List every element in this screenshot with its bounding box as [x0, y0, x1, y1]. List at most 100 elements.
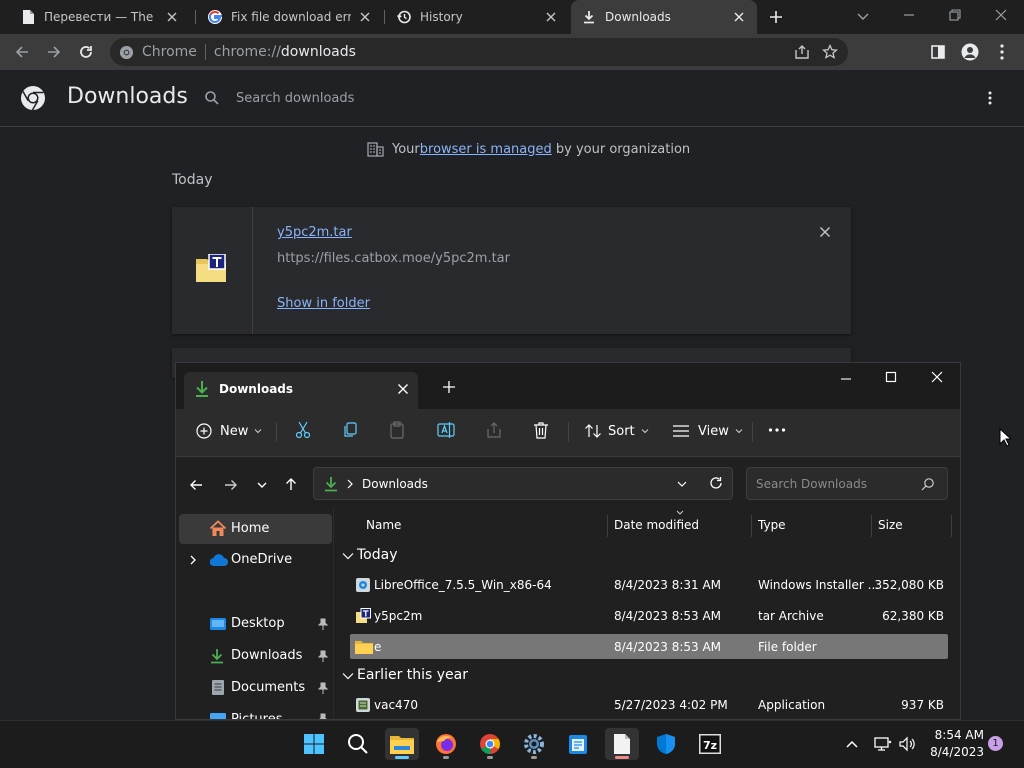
back-button[interactable] [12, 42, 32, 62]
column-divider [607, 515, 608, 537]
side-panel-icon[interactable] [928, 42, 948, 62]
reload-button[interactable] [76, 42, 96, 62]
firefox-icon[interactable] [429, 728, 463, 760]
paste-icon[interactable] [389, 421, 405, 439]
cut-icon[interactable] [294, 421, 312, 439]
group-header-today[interactable]: Today [357, 547, 398, 563]
defender-icon[interactable] [649, 728, 683, 760]
breadcrumb-downloads[interactable]: Downloads [362, 477, 428, 491]
forward-button[interactable] [44, 42, 64, 62]
collapse-group-chevron-icon[interactable] [342, 551, 354, 561]
window-close-button[interactable] [994, 8, 1008, 22]
up-button[interactable] [283, 476, 299, 492]
explorer-tab-downloads[interactable]: Downloads [184, 372, 418, 409]
search-icon [204, 90, 220, 106]
clock-date[interactable]: 8/4/2023 [924, 745, 984, 759]
close-icon[interactable] [731, 9, 747, 25]
address-bar[interactable]: Chrome chrome:// downloads [110, 38, 848, 66]
tab-history[interactable]: History [386, 0, 569, 34]
group-header-earlier[interactable]: Earlier this year [357, 667, 468, 683]
new-explorer-tab-button[interactable] [442, 380, 456, 394]
minimize-button[interactable] [902, 8, 916, 22]
show-in-folder-link[interactable]: Show in folder [277, 296, 370, 311]
remove-download-button[interactable] [819, 226, 831, 238]
close-icon[interactable] [543, 9, 559, 25]
sort-button[interactable]: Sort [584, 421, 649, 441]
browser-managed-link[interactable]: browser is managed [420, 142, 552, 157]
column-header-type[interactable]: Type [758, 518, 786, 532]
expand-chevron-icon[interactable] [188, 555, 198, 565]
explorer-close-button[interactable] [931, 371, 943, 383]
file-row[interactable]: vac470 5/27/2023 4:02 PM Application 937… [350, 692, 948, 717]
running-indicator [531, 756, 537, 759]
copy-icon[interactable] [342, 421, 358, 439]
nav-item-desktop[interactable]: Desktop [231, 616, 285, 631]
address-bar[interactable]: Downloads [313, 467, 733, 500]
explorer-minimize-button[interactable] [840, 373, 852, 385]
rename-icon[interactable] [437, 421, 455, 439]
search-icon[interactable] [341, 728, 375, 760]
new-tab-button[interactable] [767, 8, 785, 26]
search-placeholder: Search downloads [236, 90, 355, 106]
volume-icon[interactable] [899, 736, 917, 752]
tab-translate[interactable]: Перевести — The Doc [10, 0, 190, 34]
close-icon[interactable] [397, 383, 409, 395]
7zip-icon[interactable]: 7z [693, 728, 727, 760]
tab-title: Fix file download error [231, 10, 351, 24]
menu-kebab-icon[interactable] [992, 42, 1012, 62]
tab-downloads[interactable]: Downloads [571, 0, 757, 34]
column-header-name[interactable]: Name [366, 518, 401, 532]
forward-button[interactable] [223, 477, 239, 493]
nav-item-onedrive[interactable]: OneDrive [231, 552, 292, 567]
file-row-selected[interactable]: e 8/4/2023 8:53 AM File folder [350, 634, 948, 659]
show-hidden-icons-chevron-icon[interactable] [845, 738, 859, 750]
see-more-icon[interactable] [768, 425, 786, 435]
tab-title: Перевести — The Doc [44, 10, 158, 24]
share-icon[interactable] [485, 421, 503, 439]
address-dropdown-chevron-icon[interactable] [676, 478, 688, 490]
search-downloads-input[interactable]: Search downloads [192, 78, 869, 118]
nav-item-documents[interactable]: Documents [231, 680, 305, 695]
notification-badge[interactable]: 1 [988, 736, 1003, 751]
recent-locations-chevron-icon[interactable] [256, 479, 268, 491]
column-header-date[interactable]: Date modified [614, 518, 699, 532]
close-icon[interactable] [357, 9, 373, 25]
chrome-icon[interactable] [473, 728, 507, 760]
start-icon[interactable] [297, 728, 331, 760]
explorer-search-input[interactable]: Search Downloads [746, 467, 948, 500]
pin-icon[interactable] [318, 682, 328, 694]
back-button[interactable] [188, 477, 204, 493]
sort-arrows-icon [584, 423, 602, 439]
document-app-icon[interactable] [605, 728, 639, 760]
more-actions-icon[interactable] [981, 88, 999, 108]
nav-item-downloads[interactable]: Downloads [231, 648, 302, 663]
restore-button[interactable] [948, 8, 962, 22]
download-filename-link[interactable]: y5pc2m.tar [277, 225, 352, 240]
profile-avatar[interactable] [960, 42, 980, 62]
network-icon[interactable] [874, 736, 892, 752]
file-row[interactable]: y5pc2m 8/4/2023 8:53 AM tar Archive 62,3… [350, 603, 948, 628]
nav-item-pictures[interactable]: Pictures [231, 712, 282, 719]
file-row[interactable]: LibreOffice_7.5.5_Win_x86-64 8/4/2023 8:… [350, 572, 948, 597]
tab-search-chevron-icon[interactable] [856, 9, 870, 23]
new-button[interactable]: New [196, 421, 262, 441]
pin-icon[interactable] [318, 713, 328, 719]
notepad-icon[interactable] [561, 728, 595, 760]
delete-icon[interactable] [533, 421, 549, 439]
pin-icon[interactable] [318, 618, 328, 630]
view-button[interactable]: View [672, 421, 743, 441]
collapse-group-chevron-icon[interactable] [342, 671, 354, 681]
nav-item-home[interactable]: Home [179, 514, 332, 544]
tab-fix-download[interactable]: Fix file download error [197, 0, 383, 34]
explorer-maximize-button[interactable] [885, 371, 897, 383]
close-icon[interactable] [164, 9, 180, 25]
pin-icon[interactable] [318, 650, 328, 662]
column-header-size[interactable]: Size [878, 518, 903, 532]
share-icon[interactable] [794, 44, 810, 60]
clock-time[interactable]: 8:54 AM [924, 728, 984, 742]
settings-icon[interactable] [517, 728, 551, 760]
file-explorer-icon[interactable] [385, 728, 419, 760]
refresh-icon[interactable] [708, 475, 724, 491]
tab-separator [195, 10, 196, 24]
bookmark-star-icon[interactable] [822, 44, 838, 60]
